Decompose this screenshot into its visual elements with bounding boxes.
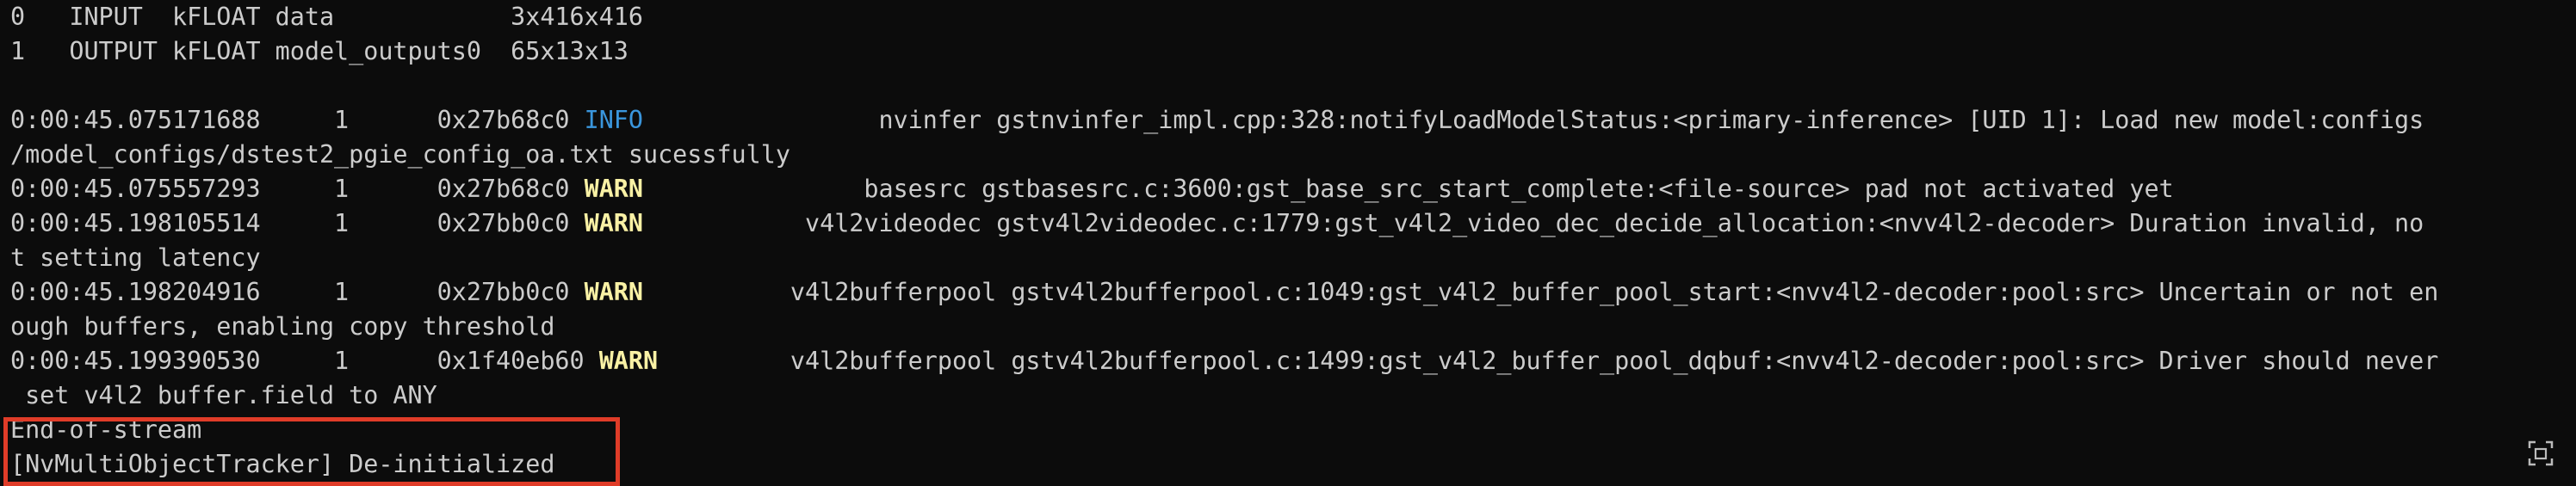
log-level-info: INFO [584, 106, 643, 134]
log-level-warn: WARN [584, 278, 643, 306]
highlight-box [3, 417, 620, 486]
terminal-output[interactable]: 0 INPUT kFLOAT data 3x416x416 1 OUTPUT k… [0, 0, 2576, 482]
log-level-warn: WARN [584, 209, 643, 237]
copy-region-icon[interactable] [2526, 439, 2555, 468]
terminal-line: 0:00:45.075557293 1 0x27b68c0 WARN bases… [10, 175, 2174, 203]
terminal-line: 0:00:45.199390530 1 0x1f40eb60 WARN v4l2… [10, 347, 2439, 375]
terminal-line: 0:00:45.075171688 1 0x27b68c0 INFO nvinf… [10, 106, 2424, 134]
log-level-warn: WARN [584, 175, 643, 203]
log-level-warn: WARN [598, 347, 659, 375]
terminal-line: ough buffers, enabling copy threshold [10, 312, 555, 341]
terminal-line: 0 INPUT kFLOAT data 3x416x416 [10, 3, 643, 31]
terminal-line: set v4l2 buffer.field to ANY [10, 381, 437, 409]
terminal-line: 0:00:45.198204916 1 0x27bb0c0 WARN v4l2b… [10, 278, 2439, 306]
terminal-line: /model_configs/dstest2_pgie_config_oa.tx… [10, 140, 790, 169]
copy-region-icon-glyph [2528, 440, 2554, 466]
terminal-line: t setting latency [10, 243, 261, 272]
terminal-line: 0:00:45.198105514 1 0x27bb0c0 WARN v4l2v… [10, 209, 2424, 237]
terminal-line: 1 OUTPUT kFLOAT model_outputs0 65x13x13 [10, 37, 629, 65]
